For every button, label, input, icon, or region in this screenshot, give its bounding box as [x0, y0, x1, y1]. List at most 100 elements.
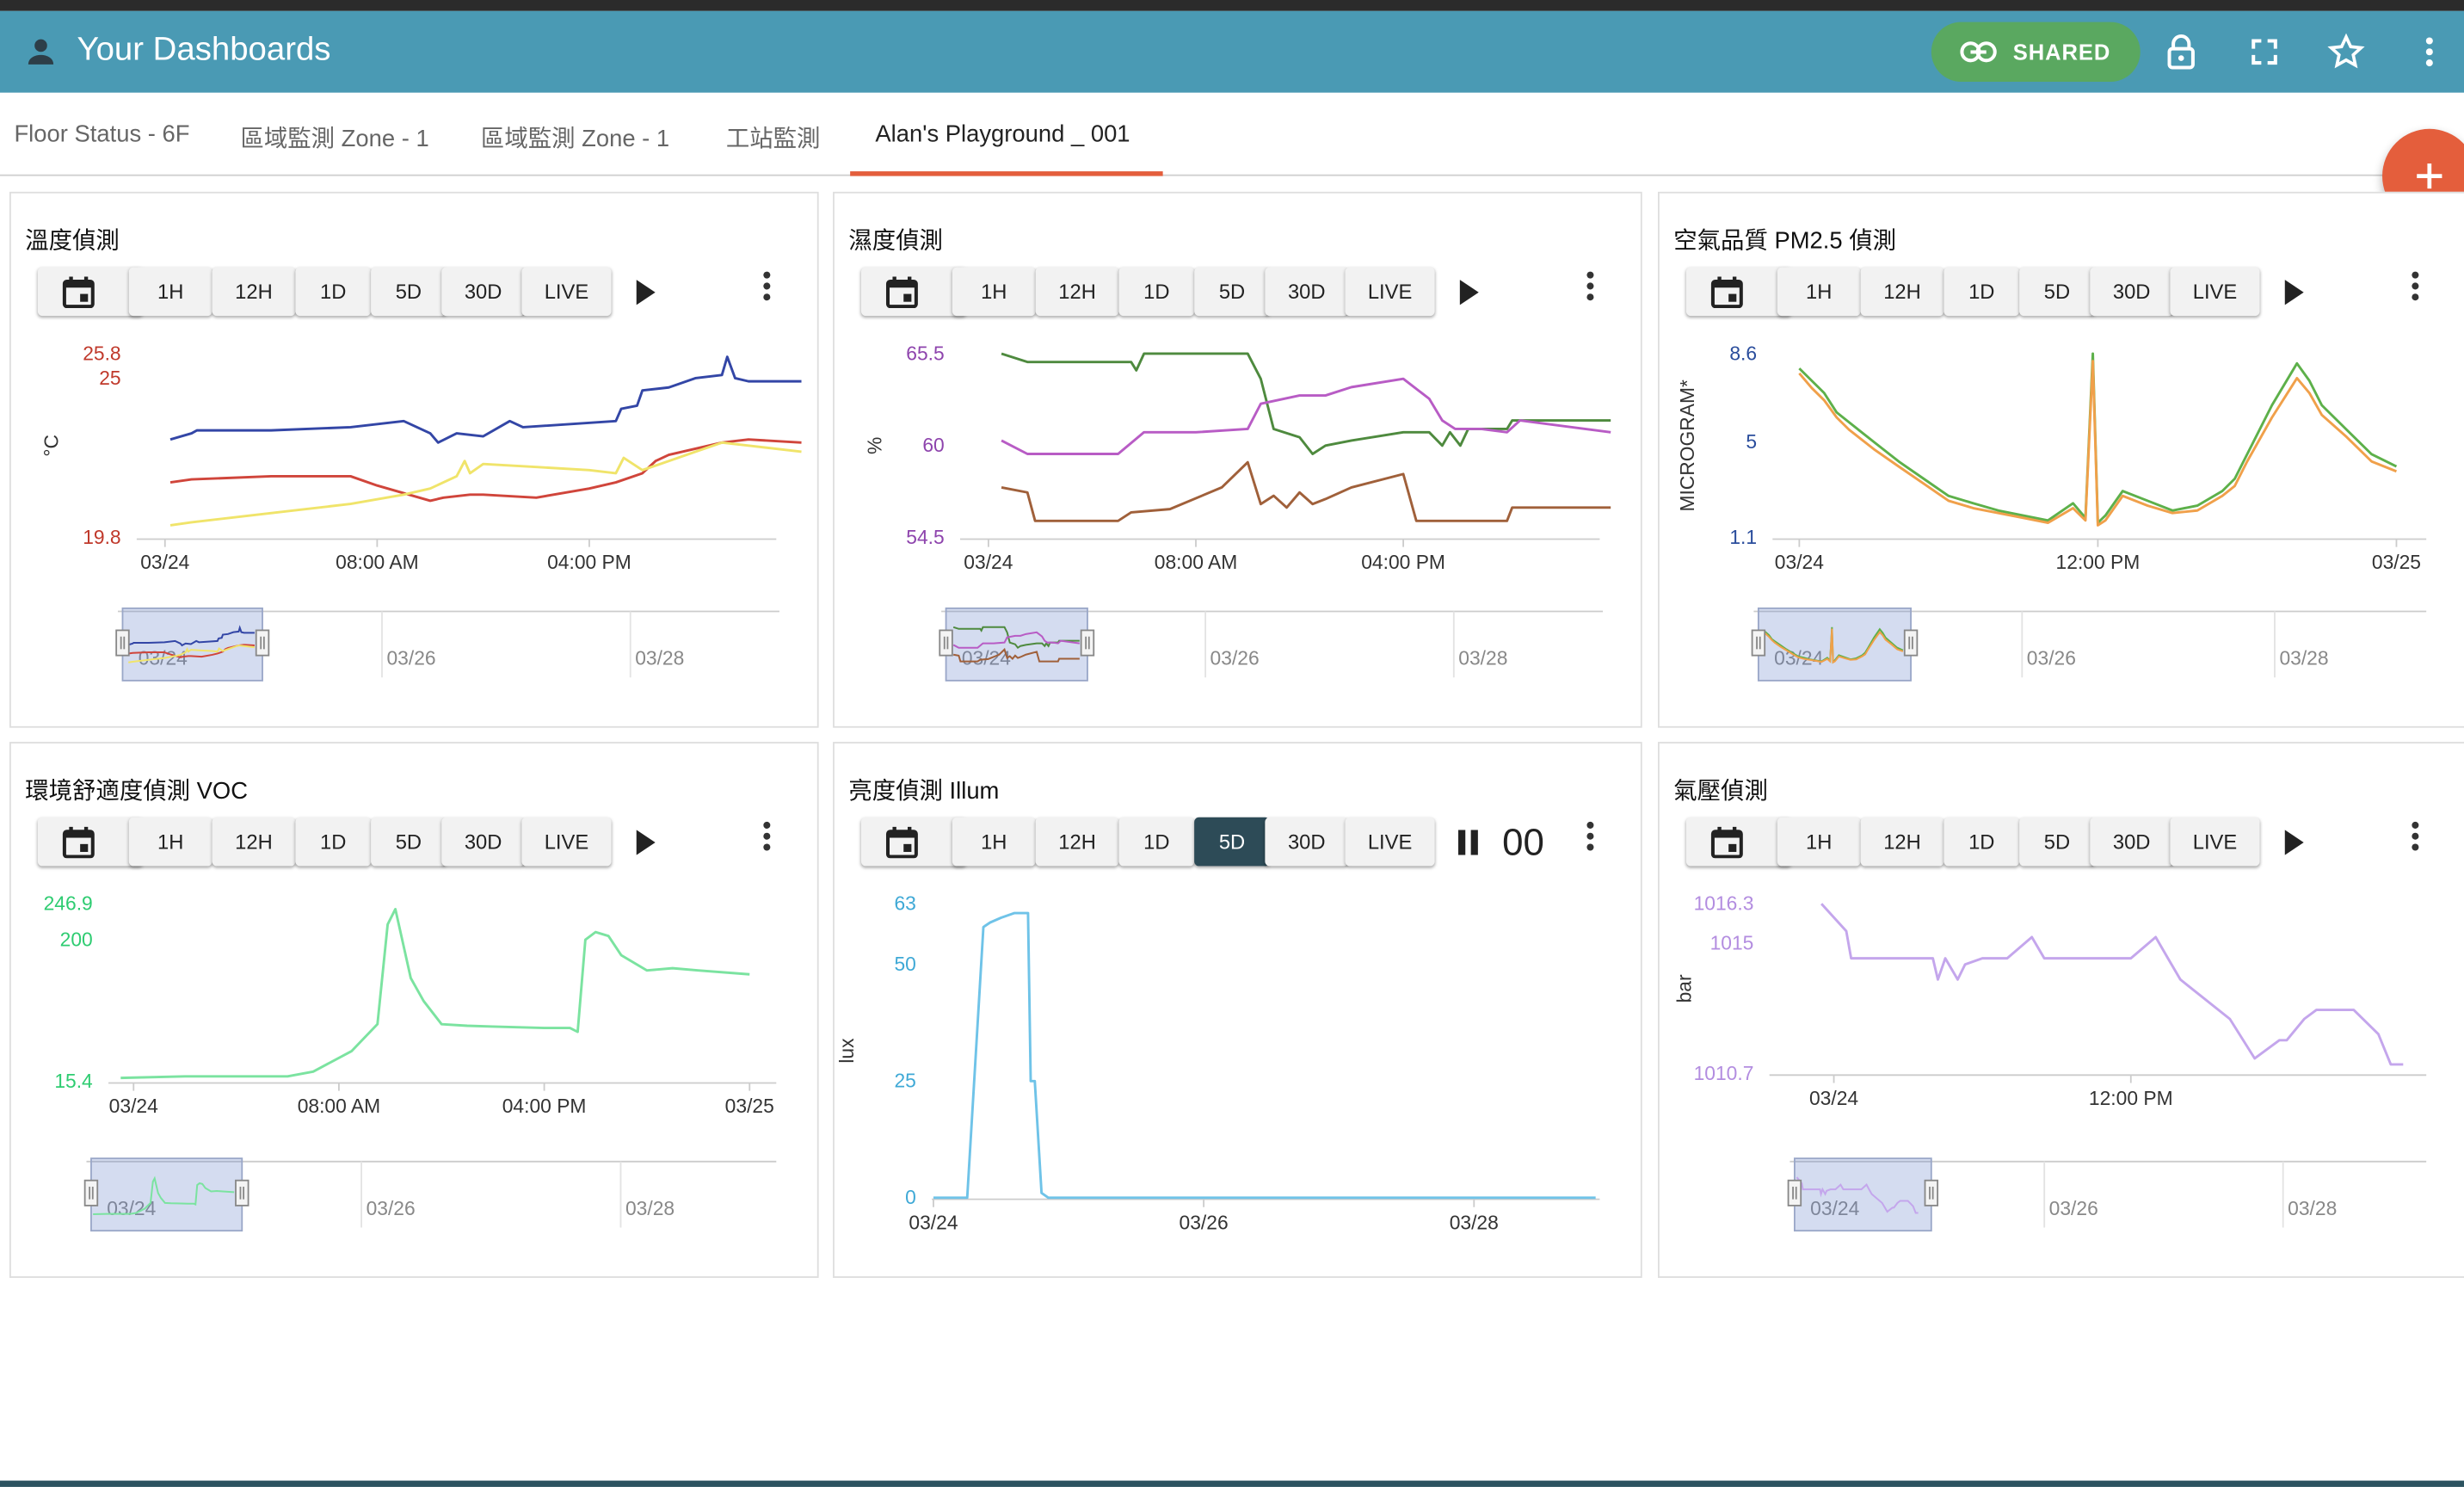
y-axis-label: MICROGRAM* [1676, 379, 1698, 512]
x-tick-label: 03/25 [2372, 551, 2421, 573]
chart-plot: 65.56054.5%03/2408:00 AM04:00 PM03/2403/… [864, 342, 1611, 682]
link-icon [1960, 41, 1997, 63]
y-tick-label: 25 [894, 1070, 915, 1092]
navigator-tick-label: 03/26 [1210, 647, 1260, 669]
series-line [933, 911, 1596, 1200]
range-navigator[interactable]: 03/2403/2603/28 [83, 1157, 777, 1232]
range-navigator[interactable]: 03/2403/2603/28 [1787, 1157, 2427, 1232]
bottom-strip [0, 1480, 2464, 1487]
range-navigator[interactable]: 03/2403/2603/28 [115, 607, 779, 682]
navigator-tick-label: 03/28 [2279, 647, 2328, 669]
chart-panel: 亮度偵測 Illum 1H 12H 1D 5D 30D LIVE 00 63 50 25 0 lux 03… [833, 742, 1642, 1278]
window-top-strip [0, 0, 2464, 11]
y-axis-label: lux [835, 1038, 858, 1064]
y-tick-label: 8.6 [1729, 342, 1757, 364]
series-line [169, 355, 802, 444]
shared-label: SHARED [2012, 39, 2111, 65]
dashboard-tabs: Floor Status - 6F 區域監測 Zone - 1 區域監測 Zon… [0, 92, 2464, 176]
navigator-handle[interactable] [235, 1179, 249, 1206]
account-icon[interactable] [22, 33, 60, 71]
navigator-window[interactable] [1793, 1157, 1932, 1232]
y-axis-label: bar [1672, 974, 1695, 1003]
y-tick-label: 1.1 [1729, 526, 1757, 548]
navigator-handle[interactable] [115, 629, 130, 657]
range-navigator[interactable]: 03/2403/2603/28 [1751, 607, 2427, 682]
y-tick-label: 15.4 [54, 1070, 93, 1092]
x-tick-label: 03/24 [964, 551, 1013, 573]
navigator-window[interactable] [1757, 607, 1912, 682]
chart-plot: 25.82519.8°C03/2408:00 AM04:00 PM03/2403… [40, 342, 802, 682]
navigator-window[interactable] [945, 607, 1088, 682]
x-tick-label: 08:00 AM [1155, 551, 1237, 573]
x-tick-label: 03/24 [140, 551, 189, 573]
x-tick-label: 03/26 [1180, 1211, 1229, 1233]
y-tick-label: 5 [1746, 430, 1757, 453]
fullscreen-icon[interactable] [2245, 33, 2283, 71]
series-line [1001, 352, 1611, 455]
navigator-handle[interactable] [1903, 629, 1919, 657]
star-icon[interactable] [2327, 33, 2365, 71]
series-line [120, 908, 750, 1080]
chart-panel: 空氣品質 PM2.5 偵測 1H 12H 1D 5D 30D LIVE 8.6 5 1.1 MICR… [1657, 191, 2464, 728]
more-vert-icon[interactable] [2411, 33, 2449, 71]
x-tick-label: 04:00 PM [502, 1095, 587, 1117]
navigator-handle[interactable] [255, 629, 270, 657]
y-tick-label: 54.5 [906, 526, 944, 548]
y-tick-label: 0 [905, 1186, 916, 1208]
y-tick-label: 1015 [1710, 931, 1754, 953]
navigator-tick-label: 03/26 [386, 647, 435, 669]
tab-zone-1-a[interactable]: 區域監測 Zone - 1 [240, 121, 428, 154]
navigator-handle[interactable] [83, 1179, 99, 1206]
chart-panel: 氣壓偵測 1H 12H 1D 5D 30D LIVE 1016.3 1015 1010.7 bar 0… [1657, 742, 2464, 1278]
chart-panel: 溫度偵測 1H 12H 1D 5D 30D LIVE 25.8 25 19.8 °C 03/24 08:… [9, 191, 819, 728]
y-tick-label: 65.5 [906, 342, 944, 364]
x-tick-label: 08:00 AM [298, 1095, 380, 1117]
navigator-tick-label: 03/28 [625, 1197, 675, 1219]
y-tick-label: 200 [60, 928, 93, 950]
x-tick-label: 03/24 [1775, 551, 1824, 573]
navigator-tick-label: 03/26 [2049, 1197, 2098, 1219]
x-tick-label: 12:00 PM [2089, 1087, 2173, 1109]
active-tab-indicator [850, 171, 1163, 176]
series-line [1001, 377, 1611, 455]
y-tick-label: 50 [894, 953, 915, 975]
chart-panel: 濕度偵測 1H 12H 1D 5D 30D LIVE 65.5 60 54.5% 03/24 08:0… [833, 191, 1642, 728]
chart-plot: 1016.310151010.7bar03/2412:00 PM03/2403/… [1672, 892, 2427, 1232]
lock-icon[interactable] [2162, 33, 2200, 71]
x-tick-label: 03/24 [1809, 1087, 1858, 1109]
navigator-tick-label: 03/28 [1458, 647, 1507, 669]
chart-plot: 246.9 200 15.4 03/24 08:00 AM 04:00 PM 03/25 03… [44, 892, 777, 1232]
y-tick-label: 25.8 [83, 342, 120, 364]
series-line [1798, 360, 2398, 527]
navigator-tick-label: 03/26 [2027, 647, 2076, 669]
series-line [1820, 903, 2404, 1066]
series-line [169, 441, 802, 527]
range-navigator[interactable]: 03/2403/2603/28 [939, 607, 1604, 682]
tab-alans-playground[interactable]: Alan's Playground _ 001 [875, 121, 1130, 148]
navigator-handle[interactable] [1751, 629, 1766, 657]
shared-button[interactable]: SHARED [1931, 22, 2141, 82]
navigator-window[interactable] [90, 1157, 243, 1232]
x-tick-label: 03/24 [109, 1095, 158, 1117]
x-tick-label: 04:00 PM [1361, 551, 1445, 573]
chart-plot: 63 50 25 0 lux 03/24 03/26 03/28 [835, 892, 1600, 1233]
chart-plot: 8.651.1MICROGRAM*03/2412:00 PM03/2503/24… [1676, 342, 2427, 682]
tab-floor-status[interactable]: Floor Status - 6F [14, 121, 189, 148]
tab-workstation[interactable]: 工站監測 [726, 121, 821, 154]
y-axis-label: °C [40, 435, 63, 457]
y-tick-label: 63 [894, 892, 915, 915]
navigator-handle[interactable] [1080, 629, 1095, 657]
y-tick-label: 246.9 [44, 892, 93, 915]
x-tick-label: 03/25 [725, 1095, 774, 1117]
tab-zone-1-b[interactable]: 區域監測 Zone - 1 [481, 121, 669, 154]
navigator-tick-label: 03/28 [635, 647, 684, 669]
chart-panel: 環境舒適度偵測 VOC 1H 12H 1D 5D 30D LIVE 246.9 200 15.4 0… [9, 742, 819, 1278]
navigator-tick-label: 03/28 [2288, 1197, 2337, 1219]
navigator-handle[interactable] [1924, 1179, 1939, 1206]
x-tick-label: 03/28 [1450, 1211, 1499, 1233]
navigator-handle[interactable] [939, 629, 953, 657]
x-tick-label: 08:00 AM [336, 551, 418, 573]
y-tick-label: 60 [922, 434, 944, 456]
x-tick-label: 04:00 PM [547, 551, 631, 573]
navigator-handle[interactable] [1787, 1179, 1802, 1206]
